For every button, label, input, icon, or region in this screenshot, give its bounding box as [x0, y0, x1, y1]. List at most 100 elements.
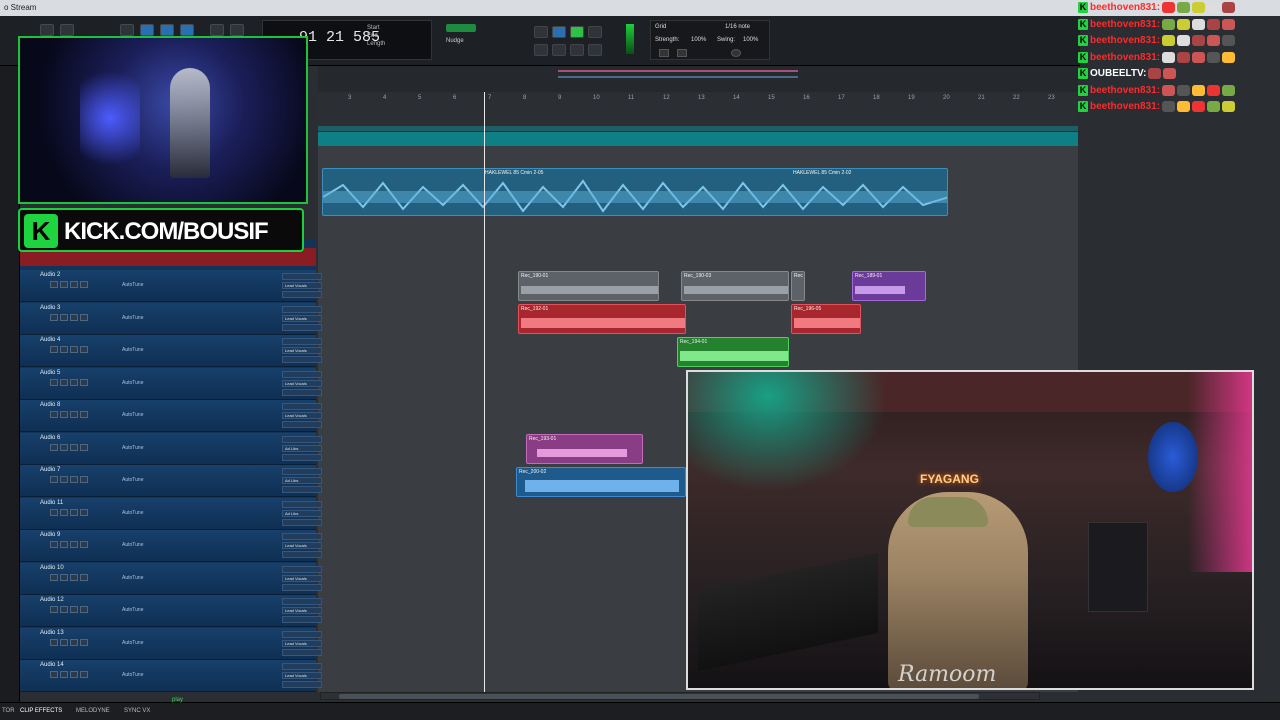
volume-slot[interactable] [282, 324, 322, 331]
rewind-start-button[interactable] [534, 44, 548, 56]
track-row[interactable]: Audio 2 AutoTune Lead Vocals [20, 270, 322, 302]
input-slot[interactable] [282, 598, 322, 605]
solo-button[interactable] [70, 379, 78, 386]
track-row[interactable]: Audio 5 AutoTune Lead Vocals [20, 368, 322, 400]
track-row[interactable]: Audio 6 AutoTune Ad Libs [20, 433, 322, 465]
search-icon[interactable] [120, 24, 134, 36]
track-row[interactable]: Audio 11 AutoTune Ad Libs [20, 498, 322, 530]
mute-button[interactable] [80, 346, 88, 353]
plugin-slot[interactable]: AutoTune [122, 510, 144, 516]
record-arm-button[interactable] [50, 444, 58, 451]
audio-clip[interactable]: Rec_194-01 [677, 337, 789, 367]
volume-slot[interactable] [282, 454, 322, 461]
zoom-in-icon[interactable] [659, 49, 669, 57]
tool-button[interactable] [140, 24, 154, 36]
input-slot[interactable] [282, 306, 322, 313]
input-monitor-button[interactable] [60, 314, 68, 321]
solo-button[interactable] [70, 509, 78, 516]
solo-button[interactable] [70, 411, 78, 418]
record-arm-button[interactable] [50, 574, 58, 581]
output-slot[interactable]: Lead Vocals [282, 607, 322, 614]
record-arm-button[interactable] [50, 671, 58, 678]
track-row[interactable]: Audio 13 AutoTune Lead Vocals [20, 628, 322, 660]
solo-button[interactable] [70, 476, 78, 483]
input-monitor-button[interactable] [60, 671, 68, 678]
output-slot[interactable]: Lead Vocals [282, 315, 322, 322]
marker-track[interactable] [318, 132, 1078, 146]
zoom-out-icon[interactable] [677, 49, 687, 57]
output-slot[interactable]: Lead Vocals [282, 575, 322, 582]
volume-slot[interactable] [282, 681, 322, 688]
output-slot[interactable]: Ad Libs [282, 510, 322, 517]
mute-button[interactable] [80, 541, 88, 548]
audio-clip[interactable]: Rec_190-01 [518, 271, 659, 301]
volume-slot[interactable] [282, 421, 322, 428]
input-slot[interactable] [282, 273, 322, 280]
output-slot[interactable]: Lead Vocals [282, 542, 322, 549]
solo-button[interactable] [70, 541, 78, 548]
record-arm-button[interactable] [50, 639, 58, 646]
output-slot[interactable]: Lead Vocals [282, 347, 322, 354]
tool-button[interactable] [40, 24, 54, 36]
audio-clip[interactable]: Rec_196-05 [791, 304, 861, 334]
audio-clip[interactable]: Rec_193-01 [526, 434, 643, 464]
tool-button[interactable] [180, 24, 194, 36]
output-slot[interactable]: Lead Vocals [282, 412, 322, 419]
volume-slot[interactable] [282, 389, 322, 396]
mute-button[interactable] [80, 379, 88, 386]
record-arm-button[interactable] [50, 606, 58, 613]
mute-button[interactable] [80, 411, 88, 418]
plugin-slot[interactable]: AutoTune [122, 477, 144, 483]
input-slot[interactable] [282, 631, 322, 638]
mute-button[interactable] [80, 606, 88, 613]
record-arm-button[interactable] [50, 541, 58, 548]
grid-value-select[interactable]: 1/16 note [725, 24, 750, 30]
strength-value[interactable]: 100% [691, 37, 706, 43]
mute-button[interactable] [80, 639, 88, 646]
solo-button[interactable] [70, 606, 78, 613]
input-slot[interactable] [282, 663, 322, 670]
mute-button[interactable] [80, 671, 88, 678]
solo-button[interactable] [70, 281, 78, 288]
plugin-slot[interactable]: AutoTune [122, 445, 144, 451]
track-row[interactable]: Audio 14 AutoTune Lead Vocals [20, 660, 322, 692]
input-monitor-button[interactable] [60, 411, 68, 418]
input-slot[interactable] [282, 566, 322, 573]
input-monitor-button[interactable] [60, 281, 68, 288]
input-monitor-button[interactable] [60, 509, 68, 516]
mute-button[interactable] [80, 574, 88, 581]
solo-button[interactable] [70, 444, 78, 451]
track-row[interactable]: Audio 8 AutoTune Lead Vocals [20, 400, 322, 432]
mute-button[interactable] [80, 476, 88, 483]
record-arm-button[interactable] [50, 476, 58, 483]
input-monitor-button[interactable] [60, 476, 68, 483]
input-monitor-button[interactable] [60, 379, 68, 386]
volume-slot[interactable] [282, 616, 322, 623]
volume-slot[interactable] [282, 486, 322, 493]
solo-button[interactable] [70, 346, 78, 353]
loop-range-bar[interactable] [318, 126, 1078, 131]
tab-clip-effects[interactable]: CLIP EFFECTS [20, 708, 62, 714]
input-monitor-button[interactable] [60, 639, 68, 646]
audio-clip[interactable]: Rec_192-01 [518, 304, 686, 334]
playhead[interactable] [484, 92, 485, 692]
fast-forward-button[interactable] [570, 44, 584, 56]
solo-button[interactable] [70, 671, 78, 678]
output-slot[interactable]: Lead Vocals [282, 672, 322, 679]
volume-slot[interactable] [282, 551, 322, 558]
input-slot[interactable] [282, 371, 322, 378]
input-monitor-button[interactable] [60, 541, 68, 548]
tool-button[interactable] [210, 24, 224, 36]
track-row[interactable]: Audio 7 AutoTune Ad Libs [20, 465, 322, 497]
plugin-slot[interactable]: AutoTune [122, 347, 144, 353]
volume-slot[interactable] [282, 519, 322, 526]
record-button[interactable] [588, 26, 602, 38]
audio-clip[interactable]: Rec_200-02 [516, 467, 686, 497]
input-slot[interactable] [282, 533, 322, 540]
audio-clip[interactable]: Rec_189-01 [852, 271, 926, 301]
input-monitor-button[interactable] [60, 574, 68, 581]
tool-button[interactable] [160, 24, 174, 36]
input-monitor-button[interactable] [60, 606, 68, 613]
track-row[interactable]: Audio 12 AutoTune Lead Vocals [20, 595, 322, 627]
volume-slot[interactable] [282, 649, 322, 656]
